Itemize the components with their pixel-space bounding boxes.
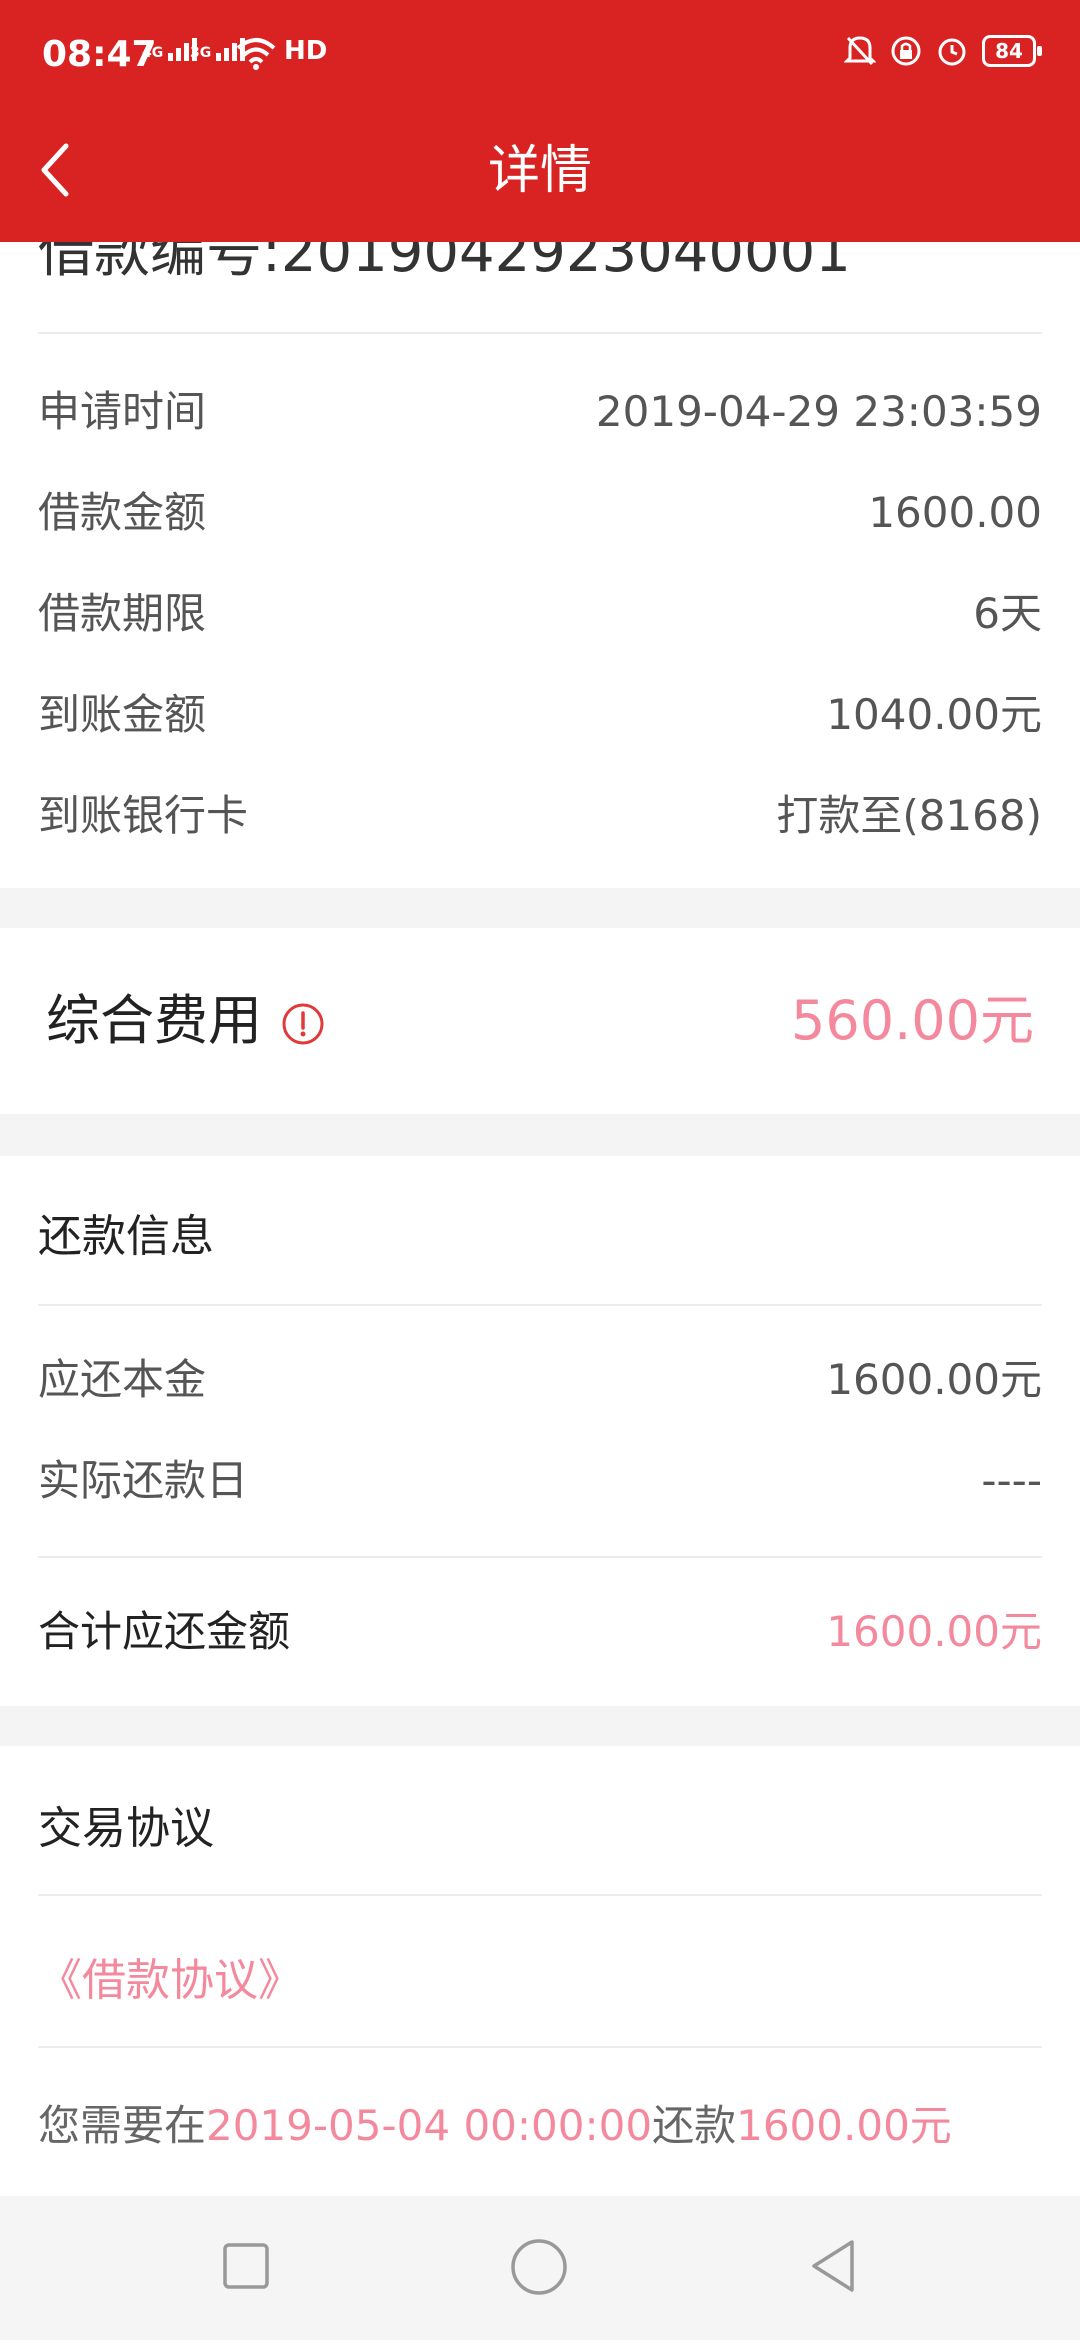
divider — [38, 2046, 1042, 2048]
hd-icon: HD — [284, 36, 328, 66]
app-header: 08:47 4G 3G HD 84 详情 — [0, 0, 1080, 242]
repayment-label: 应还本金 — [38, 1355, 207, 1404]
detail-row-bank-card: 到账银行卡 打款至(8168) — [38, 786, 1042, 846]
repayment-row-actual-date: 实际还款日 ---- — [38, 1451, 1042, 1511]
detail-label: 申请时间 — [38, 387, 207, 436]
notice-mid: 还款 — [652, 2101, 737, 2150]
detail-value: 6天 — [973, 589, 1042, 638]
total-value: 1600.00元 — [826, 1607, 1042, 1656]
battery-icon: 84 — [982, 35, 1042, 67]
lock-icon — [891, 36, 921, 66]
status-time: 08:47 — [42, 34, 157, 75]
loan-details-card: 借款编号:2019042923040001 申请时间 2019-04-29 23… — [0, 150, 1080, 888]
detail-row-received-amount: 到账金额 1040.00元 — [38, 685, 1042, 745]
fees-card: 综合费用 560.00元 — [0, 928, 1080, 1114]
title-bar: 详情 — [0, 110, 1080, 242]
repayment-card: 还款信息 应还本金 1600.00元 实际还款日 ---- 合计应还金额 160… — [0, 1156, 1080, 1706]
bell-icon — [844, 36, 876, 66]
loan-agreement-link[interactable]: 《借款协议》 — [38, 1944, 302, 2008]
total-label: 合计应还金额 — [38, 1607, 291, 1656]
system-nav-bar — [0, 2196, 1080, 2340]
repayment-title: 还款信息 — [38, 1211, 214, 1262]
divider — [38, 332, 1042, 334]
agreement-card: 交易协议 《借款协议》 您需要在2019-05-04 00:00:00还款160… — [0, 1746, 1080, 2196]
detail-label: 到账银行卡 — [38, 791, 249, 840]
fees-value: 560.00元 — [791, 989, 1034, 1052]
detail-value: 2019-04-29 23:03:59 — [595, 387, 1042, 436]
status-bar: 08:47 4G 3G HD 84 — [0, 0, 1080, 110]
detail-value: 打款至(8168) — [776, 791, 1042, 840]
agreement-title: 交易协议 — [38, 1803, 214, 1854]
detail-label: 到账金额 — [38, 690, 207, 739]
notice-prefix: 您需要在 — [38, 2101, 207, 2150]
repayment-value: 1600.00元 — [826, 1355, 1042, 1404]
page-title: 详情 — [487, 141, 592, 201]
info-warning-icon[interactable] — [281, 1002, 325, 1046]
alarm-icon — [938, 38, 966, 66]
repayment-row-principal: 应还本金 1600.00元 — [38, 1350, 1042, 1410]
divider — [38, 1304, 1042, 1306]
detail-row-loan-amount: 借款金额 1600.00 — [38, 483, 1042, 543]
detail-row-apply-time: 申请时间 2019-04-29 23:03:59 — [38, 382, 1042, 442]
status-right: 84 — [844, 34, 1042, 68]
detail-label: 借款期限 — [38, 589, 207, 638]
notice-amount: 1600.00元 — [736, 2101, 952, 2150]
nav-back-triangle-icon[interactable] — [808, 2238, 858, 2294]
nav-square-icon[interactable] — [222, 2242, 270, 2290]
repayment-value: ---- — [981, 1456, 1042, 1505]
divider — [38, 1894, 1042, 1896]
detail-label: 借款金额 — [38, 488, 207, 537]
repayment-label: 实际还款日 — [38, 1456, 249, 1505]
fees-label-wrap: 综合费用 — [46, 986, 325, 1056]
detail-value: 1600.00 — [868, 488, 1042, 537]
wifi-icon — [236, 38, 276, 70]
repayment-row-total: 合计应还金额 1600.00元 — [38, 1602, 1042, 1662]
detail-row-loan-term: 借款期限 6天 — [38, 584, 1042, 644]
nav-circle-icon[interactable] — [510, 2238, 568, 2296]
detail-value: 1040.00元 — [826, 690, 1042, 739]
repayment-notice: 您需要在2019-05-04 00:00:00还款1600.00元 — [38, 2092, 952, 2153]
fees-label: 综合费用 — [46, 989, 262, 1052]
notice-date: 2019-05-04 00:00:00 — [206, 2101, 653, 2150]
divider — [38, 1556, 1042, 1558]
